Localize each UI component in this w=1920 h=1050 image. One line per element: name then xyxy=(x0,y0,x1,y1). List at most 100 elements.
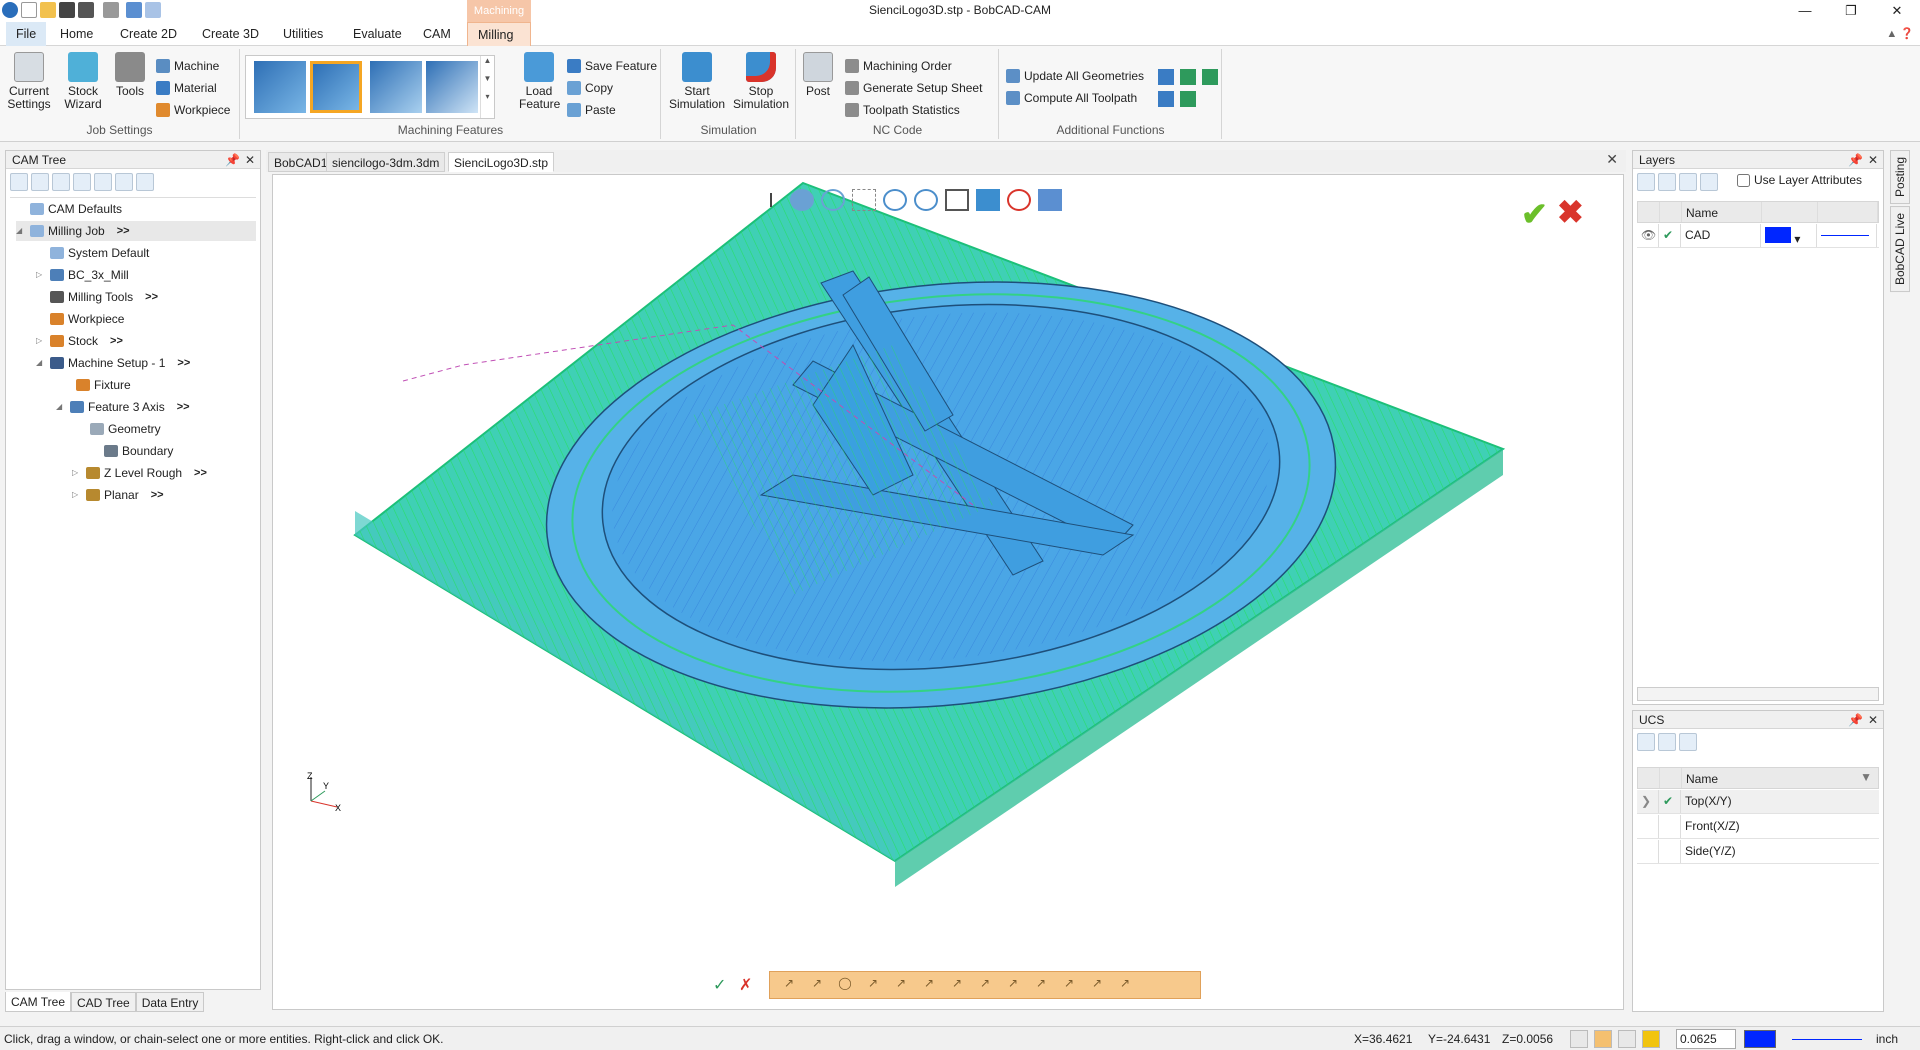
ok-check-icon[interactable]: ✔ xyxy=(1521,195,1548,233)
select-filter-icon-12[interactable]: ↗ xyxy=(1088,976,1106,994)
tab-cam-tree[interactable]: CAM Tree xyxy=(5,992,72,1012)
select-filter-icon-10[interactable]: ↗ xyxy=(1032,976,1050,994)
select-filter-icon-11[interactable]: ↗ xyxy=(1060,976,1078,994)
more-button[interactable]: >> xyxy=(117,221,130,241)
cad-model-view[interactable] xyxy=(273,175,1623,1009)
tree-item-milling-job[interactable]: ◢ Milling Job >> xyxy=(16,221,256,241)
select-arrow-icon[interactable] xyxy=(759,189,783,211)
more-button[interactable]: >> xyxy=(145,287,158,307)
doc-tab-siencilogo3d-stp[interactable]: SienciLogo3D.stp xyxy=(448,152,555,172)
gallery-item-5-axis[interactable] xyxy=(426,61,478,113)
tab-cam[interactable]: CAM xyxy=(413,22,461,46)
collapse-icon[interactable]: ◢ xyxy=(56,397,66,417)
gallery-item-3-axis[interactable] xyxy=(310,61,362,113)
machining-order-button[interactable]: Machining Order xyxy=(845,57,952,75)
layer-row-cad[interactable]: 👁 ✔ CAD ▾ xyxy=(1637,224,1879,248)
close-icon[interactable]: ✕ xyxy=(1868,151,1878,169)
lock-icon[interactable] xyxy=(1618,1030,1636,1048)
extra-function-icon-5[interactable] xyxy=(1180,91,1196,107)
restore-button[interactable]: ❐ xyxy=(1828,0,1874,22)
erase-layer-icon[interactable] xyxy=(1700,173,1718,191)
minimize-button[interactable]: — xyxy=(1782,0,1828,22)
extra-function-icon-2[interactable] xyxy=(1180,69,1196,85)
layer-color-swatch[interactable]: ▾ xyxy=(1761,224,1817,247)
update-all-geometries-button[interactable]: Update All Geometries xyxy=(1006,67,1144,85)
tree-item-system-default[interactable]: System Default xyxy=(36,243,149,263)
select-filter-icon-5[interactable]: ↗ xyxy=(892,976,910,994)
more-button[interactable]: >> xyxy=(110,331,123,351)
tree-item-planar[interactable]: ▷ Planar >> xyxy=(72,485,164,505)
select-filter-icon-13[interactable]: ↗ xyxy=(1116,976,1134,994)
line-style-picker[interactable] xyxy=(1792,1039,1862,1040)
generate-setup-sheet-button[interactable]: Generate Setup Sheet xyxy=(845,79,982,97)
more-button[interactable]: >> xyxy=(177,353,190,373)
ucs-row-side[interactable]: Side(Y/Z) xyxy=(1637,840,1879,864)
tree-item-boundary[interactable]: Boundary xyxy=(104,441,173,461)
tree-item-bc-3x-mill[interactable]: ▷ BC_3x_Mill xyxy=(36,265,129,285)
select-filter-icon-7[interactable]: ↗ xyxy=(948,976,966,994)
visibility-icon[interactable] xyxy=(1007,189,1031,211)
pin-icon[interactable]: 📌 xyxy=(1848,711,1863,729)
color-picker[interactable] xyxy=(1744,1030,1776,1048)
start-simulation-button[interactable]: Start Simulation xyxy=(666,52,728,111)
toolpath-statistics-button[interactable]: Toolpath Statistics xyxy=(845,101,960,119)
increment-input[interactable]: 0.0625 xyxy=(1676,1029,1736,1049)
move-down-icon[interactable] xyxy=(1679,173,1697,191)
ucs-row-front[interactable]: Front(X/Z) xyxy=(1637,815,1879,839)
post-button[interactable]: Post xyxy=(801,52,835,98)
use-layer-attributes-checkbox[interactable]: Use Layer Attributes xyxy=(1737,173,1862,187)
column-header-name[interactable]: Name xyxy=(1682,768,1878,788)
zoom-icon[interactable] xyxy=(914,189,938,211)
add-layer-icon[interactable] xyxy=(1637,173,1655,191)
load-feature-button[interactable]: Load Feature xyxy=(519,52,560,111)
edit-ucs-icon[interactable] xyxy=(1658,733,1676,751)
view-orientation-icon[interactable] xyxy=(945,189,969,211)
tree-item-cam-defaults[interactable]: CAM Defaults xyxy=(16,199,122,219)
gallery-item-4-axis[interactable] xyxy=(370,61,422,113)
select-filter-icon-3[interactable]: ◯ xyxy=(836,976,854,994)
select-filter-icon-8[interactable]: ↗ xyxy=(976,976,994,994)
extra-function-icon-4[interactable] xyxy=(1158,91,1174,107)
expand-icon[interactable]: ▷ xyxy=(36,265,46,285)
add-ucs-icon[interactable] xyxy=(1637,733,1655,751)
layer-name[interactable]: CAD xyxy=(1681,224,1761,247)
stock-wizard-button[interactable]: Stock Wizard xyxy=(62,52,104,111)
tab-home[interactable]: Home xyxy=(50,22,103,46)
zoom-all-icon[interactable] xyxy=(883,189,907,211)
more-button[interactable]: >> xyxy=(151,485,164,505)
window-zoom-icon[interactable] xyxy=(852,189,876,211)
erase-ucs-icon[interactable] xyxy=(1679,733,1697,751)
pin-icon[interactable]: 📌 xyxy=(225,151,240,169)
tree-item-feature-3-axis[interactable]: ◢ Feature 3 Axis >> xyxy=(56,397,190,417)
pan-icon[interactable] xyxy=(790,189,814,211)
deselect-icon[interactable]: ✗ xyxy=(739,975,752,995)
tree-item-workpiece[interactable]: Workpiece xyxy=(36,309,124,329)
chain-select-icon[interactable]: ✓ xyxy=(713,975,726,995)
gallery-scroll[interactable]: ▲ ▼ ▾ xyxy=(480,56,494,118)
paste-button[interactable]: Paste xyxy=(567,101,616,119)
shaded-cube-icon[interactable] xyxy=(976,189,1000,211)
tree-item-stock[interactable]: ▷ Stock >> xyxy=(36,331,123,351)
active-check-icon[interactable]: ✔ xyxy=(1659,790,1681,813)
expand-icon[interactable]: ▷ xyxy=(72,463,82,483)
select-filter-icon-6[interactable]: ↗ xyxy=(920,976,938,994)
tab-evaluate[interactable]: Evaluate xyxy=(343,22,412,46)
tree-item-machine-setup[interactable]: ◢ Machine Setup - 1 >> xyxy=(36,353,190,373)
tree-tool-icon-4[interactable] xyxy=(73,173,91,191)
expand-icon[interactable]: ▷ xyxy=(72,485,82,505)
unit-selector[interactable]: inch xyxy=(1876,1032,1898,1046)
checkbox[interactable] xyxy=(1737,173,1750,187)
tree-tool-icon-2[interactable] xyxy=(31,173,49,191)
layer-line-style[interactable] xyxy=(1817,224,1877,247)
tab-milling[interactable]: Milling xyxy=(467,22,531,46)
display-mode-icon[interactable] xyxy=(1038,189,1062,211)
tab-create-3d[interactable]: Create 3D xyxy=(192,22,269,46)
cancel-x-icon[interactable]: ✖ xyxy=(1557,193,1584,231)
more-button[interactable]: >> xyxy=(177,397,190,417)
tree-item-fixture[interactable]: Fixture xyxy=(76,375,131,395)
tree-tool-icon-1[interactable] xyxy=(10,173,28,191)
close-button[interactable]: ✕ xyxy=(1874,0,1920,22)
extra-function-icon-1[interactable] xyxy=(1158,69,1174,85)
side-tab-bobcad-live[interactable]: BobCAD Live xyxy=(1890,206,1910,293)
select-filter-icon-9[interactable]: ↗ xyxy=(1004,976,1022,994)
